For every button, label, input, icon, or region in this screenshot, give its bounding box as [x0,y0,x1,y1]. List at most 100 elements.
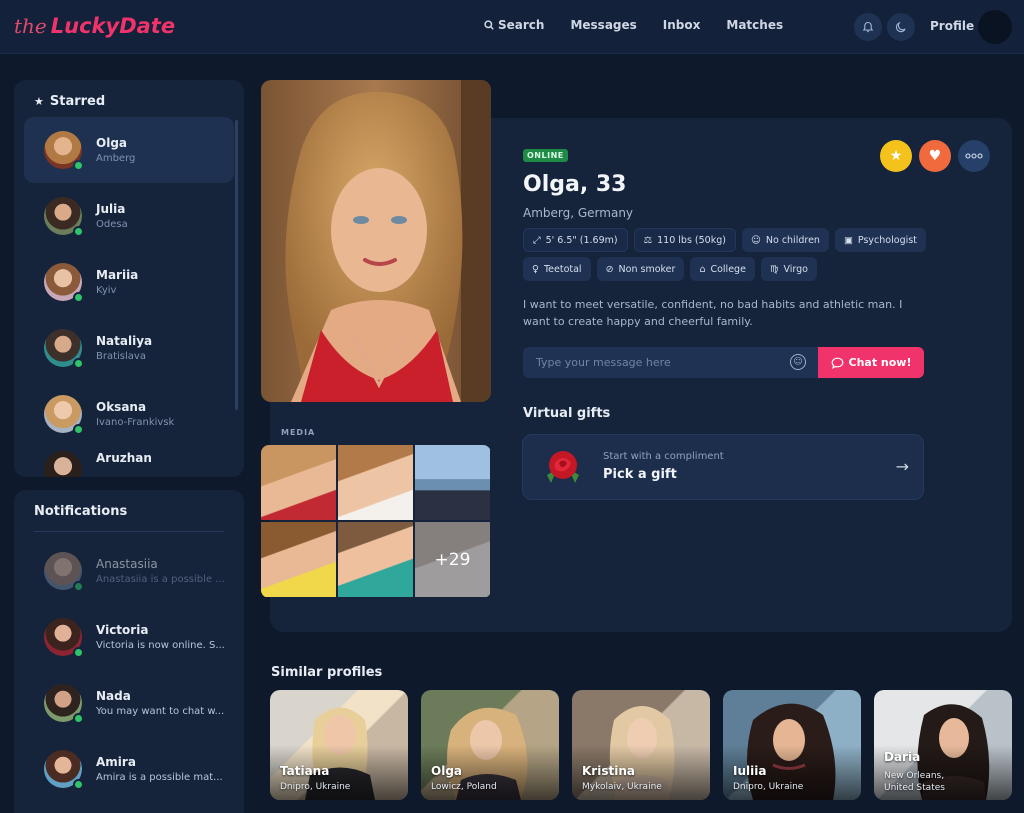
theme-toggle-button[interactable] [887,13,915,41]
notification-text: Anastasiia is a possible ... [96,574,225,585]
more-options-button[interactable] [958,140,990,172]
tag-label: Virgo [783,263,808,275]
media-thumb[interactable] [338,445,413,520]
logo-prefix: the [14,14,47,38]
starred-title: ★ Starred [14,80,244,117]
starred-city: Ivano-Frankivsk [96,417,175,428]
rose-icon [547,451,579,483]
media-grid: +29 [261,445,491,598]
avatar [44,750,84,790]
similar-card-olga[interactable]: Olga Lowicz, Poland [421,690,559,800]
avatar [44,329,84,369]
notifications-title: Notifications [34,504,128,519]
notifications-button[interactable] [854,13,882,41]
profile-link[interactable]: Profile [930,19,974,33]
virtual-gifts-title: Virtual gifts [523,406,611,421]
starred-name: Nataliya [96,334,153,348]
online-indicator [73,779,84,790]
similar-name: Kristina [582,764,635,778]
media-thumb[interactable] [261,522,336,597]
nav-search[interactable]: Search [484,18,544,32]
children-icon: ☺ [750,234,761,246]
starred-city: Bratislava [96,351,146,362]
media-thumb[interactable] [338,522,413,597]
starred-name: Mariia [96,268,139,282]
starred-city: Amberg [96,153,136,164]
media-more-thumb[interactable]: +29 [415,522,490,597]
emoji-icon[interactable]: ☺ [790,354,806,370]
starred-name: Julia [96,202,126,216]
media-more-count: +29 [415,522,490,597]
notification-item-victoria[interactable]: Victoria Victoria is now online. S... [24,604,234,670]
similar-name: Iuliia [733,764,767,778]
notification-item-amira[interactable]: Amira Amira is a possible mat... [24,736,234,802]
online-indicator [73,424,84,435]
weight-icon: ⚖ [643,234,653,246]
favorite-button[interactable]: ★ [880,140,912,172]
tag-zodiac: ♍ Virgo [760,257,817,281]
top-header: the LuckyDate Search Messages Inbox Matc… [0,0,1024,54]
avatar [44,451,82,477]
tag-label: College [710,263,746,275]
pick-gift-card[interactable]: Start with a compliment Pick a gift → [522,434,924,500]
notification-item-nada[interactable]: Nada You may want to chat w... [24,670,234,736]
message-input[interactable] [523,347,818,378]
user-avatar[interactable] [978,10,1012,44]
online-indicator [73,226,84,237]
profile-tags-row-2: ♀ Teetotal ⊘ Non smoker ⌂ College ♍ Virgo [523,257,933,281]
avatar [44,197,84,237]
starred-item-julia[interactable]: Julia Odesa [24,183,234,249]
avatar [44,131,84,171]
search-icon [484,20,494,30]
star-icon: ★ [889,148,903,164]
notifications-panel: Notifications Anastasiia Anastasiia is a … [14,490,244,813]
gift-cta: Pick a gift [603,467,677,482]
nav-messages[interactable]: Messages [570,18,636,32]
starred-item-aruzhan[interactable]: Aruzhan [24,447,234,477]
like-button[interactable]: ♥ [919,140,951,172]
starred-item-olga[interactable]: Olga Amberg [24,117,234,183]
gift-subtitle: Start with a compliment [603,451,724,462]
similar-name: Tatiana [280,764,330,778]
similar-profiles-title: Similar profiles [271,665,383,680]
chat-now-button[interactable]: Chat now! [818,347,924,378]
similar-location: Lowicz, Poland [431,782,497,792]
logo[interactable]: the LuckyDate [14,8,175,44]
notification-item-anastasiia[interactable]: Anastasiia Anastasiia is a possible ... [24,538,234,604]
tag-occupation: ▣ Psychologist [834,228,926,252]
similar-card-tatiana[interactable]: Tatiana Dnipro, Ukraine [270,690,408,800]
tag-label: 5' 6.5" (1.69m) [545,234,618,246]
notification-text: You may want to chat w... [96,706,225,717]
avatar [44,618,84,658]
nav-matches[interactable]: Matches [726,18,783,32]
online-indicator [73,647,84,658]
tag-smoking: ⊘ Non smoker [596,257,685,281]
media-thumb[interactable] [261,445,336,520]
height-icon: ⤢ [533,234,541,246]
similar-location: Dnipro, Ukraine [733,782,804,792]
nav-inbox[interactable]: Inbox [663,18,701,32]
similar-card-kristina[interactable]: Kristina Mykolaiv, Ukraine [572,690,710,800]
notification-name: Anastasiia [96,557,158,571]
similar-name: Olga [431,764,463,778]
starred-name: Olga [96,136,128,150]
tag-height: ⤢ 5' 6.5" (1.69m) [523,228,628,252]
starred-item-oksana[interactable]: Oksana Ivano-Frankivsk [24,381,234,447]
similar-location: New Orleans, United States [884,771,945,793]
nav-search-label: Search [498,18,545,32]
similar-name: Daria [884,750,921,764]
media-thumb[interactable] [415,445,490,520]
starred-item-mariia[interactable]: Mariia Kyiv [24,249,234,315]
tag-label: No children [765,234,820,246]
notification-text: Victoria is now online. S... [96,640,225,651]
similar-location: Mykolaiv, Ukraine [582,782,662,792]
glass-icon: ♀ [532,263,539,275]
starred-item-nataliya[interactable]: Nataliya Bratislava [24,315,234,381]
briefcase-icon: ▣ [843,234,853,246]
profile-main-photo[interactable] [261,80,491,402]
starred-city: Odesa [96,219,128,230]
similar-card-iuliia[interactable]: Iuliia Dnipro, Ukraine [723,690,861,800]
notification-name: Nada [96,689,131,703]
online-indicator [73,581,84,592]
similar-card-daria[interactable]: Daria New Orleans, United States [874,690,1012,800]
